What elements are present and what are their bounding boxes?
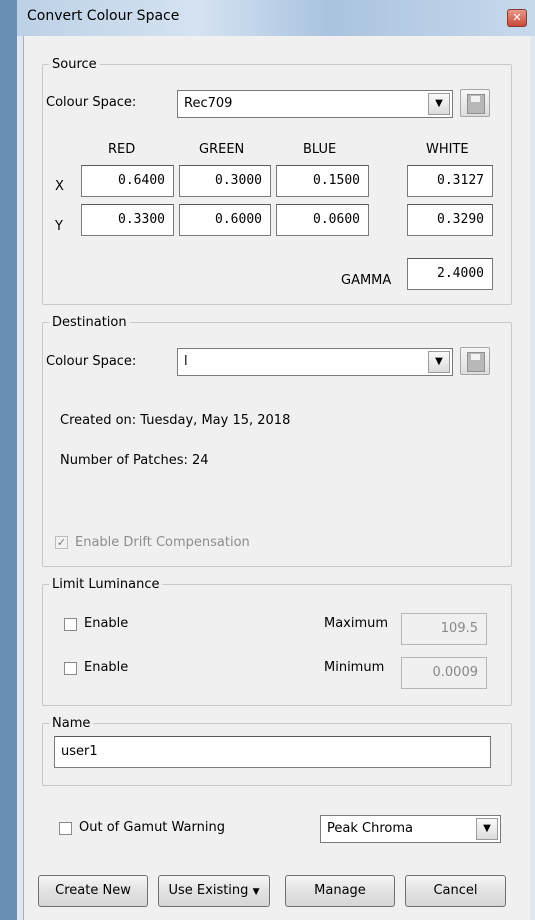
- cancel-button[interactable]: Cancel: [405, 875, 506, 907]
- header-green: GREEN: [199, 142, 245, 157]
- dialog-window: Convert Colour Space ✕ Source Colour Spa…: [17, 0, 535, 920]
- enable-maximum-label: Enable: [84, 616, 129, 631]
- white-y-field[interactable]: 0.3290: [407, 204, 493, 236]
- chevron-down-icon[interactable]: ▼: [428, 93, 450, 115]
- source-colour-space-value: Rec709: [184, 96, 233, 111]
- created-on-text: Created on: Tuesday, May 15, 2018: [60, 413, 291, 428]
- source-colour-space-label: Colour Space:: [46, 95, 137, 110]
- drift-compensation-label: Enable Drift Compensation: [75, 535, 250, 550]
- green-x-field[interactable]: 0.3000: [179, 165, 271, 197]
- chevron-down-icon[interactable]: ▼: [476, 818, 498, 840]
- out-of-gamut-checkbox[interactable]: [59, 822, 72, 835]
- source-colour-space-select[interactable]: Rec709 ▼: [177, 90, 453, 118]
- blue-y-field[interactable]: 0.0600: [276, 204, 369, 236]
- red-x-field[interactable]: 0.6400: [81, 165, 174, 197]
- out-of-gamut-label: Out of Gamut Warning: [79, 820, 225, 835]
- chevron-down-icon: ▼: [252, 887, 260, 897]
- minimum-field[interactable]: 0.0009: [401, 657, 487, 689]
- red-y-field[interactable]: 0.3300: [81, 204, 174, 236]
- header-white: WHITE: [426, 142, 469, 157]
- white-x-field[interactable]: 0.3127: [407, 165, 493, 197]
- gamut-mode-value: Peak Chroma: [327, 821, 413, 836]
- destination-colour-space-label: Colour Space:: [46, 354, 137, 369]
- gamut-mode-select[interactable]: Peak Chroma ▼: [320, 815, 501, 843]
- maximum-field[interactable]: 109.5: [401, 613, 487, 645]
- name-legend: Name: [52, 716, 91, 731]
- enable-minimum-label: Enable: [84, 660, 129, 675]
- source-legend: Source: [52, 57, 97, 72]
- name-input[interactable]: user1: [54, 736, 491, 768]
- use-existing-label: Use Existing: [168, 883, 249, 898]
- close-icon[interactable]: ✕: [507, 9, 527, 27]
- green-y-field[interactable]: 0.6000: [179, 204, 271, 236]
- destination-colour-space-value[interactable]: l: [184, 354, 188, 369]
- gamma-label: GAMMA: [341, 273, 392, 288]
- manage-button[interactable]: Manage: [285, 875, 395, 907]
- minimum-label: Minimum: [324, 660, 385, 675]
- enable-minimum-checkbox[interactable]: [64, 662, 77, 675]
- drift-compensation-checkbox[interactable]: ✓: [55, 536, 68, 549]
- destination-legend: Destination: [52, 315, 127, 330]
- source-save-icon[interactable]: [460, 89, 490, 117]
- row-x-label: X: [55, 179, 64, 194]
- chevron-down-icon[interactable]: ▼: [428, 351, 450, 373]
- maximum-label: Maximum: [324, 616, 389, 631]
- destination-colour-space-select[interactable]: l ▼: [177, 348, 453, 376]
- blue-x-field[interactable]: 0.1500: [276, 165, 369, 197]
- enable-maximum-checkbox[interactable]: [64, 618, 77, 631]
- header-red: RED: [108, 142, 136, 157]
- dialog-client: Source Colour Space: Rec709 ▼ RED GREEN …: [23, 36, 530, 920]
- header-blue: BLUE: [303, 142, 337, 157]
- window-title: Convert Colour Space: [27, 8, 180, 24]
- patches-count-text: Number of Patches: 24: [60, 453, 209, 468]
- gamma-field[interactable]: 2.4000: [407, 258, 493, 290]
- limit-luminance-legend: Limit Luminance: [52, 577, 160, 592]
- create-new-button[interactable]: Create New: [38, 875, 148, 907]
- use-existing-button[interactable]: Use Existing ▼: [158, 875, 270, 907]
- row-y-label: Y: [55, 219, 63, 234]
- destination-save-icon[interactable]: [460, 347, 490, 375]
- title-bar[interactable]: Convert Colour Space ✕: [17, 0, 535, 36]
